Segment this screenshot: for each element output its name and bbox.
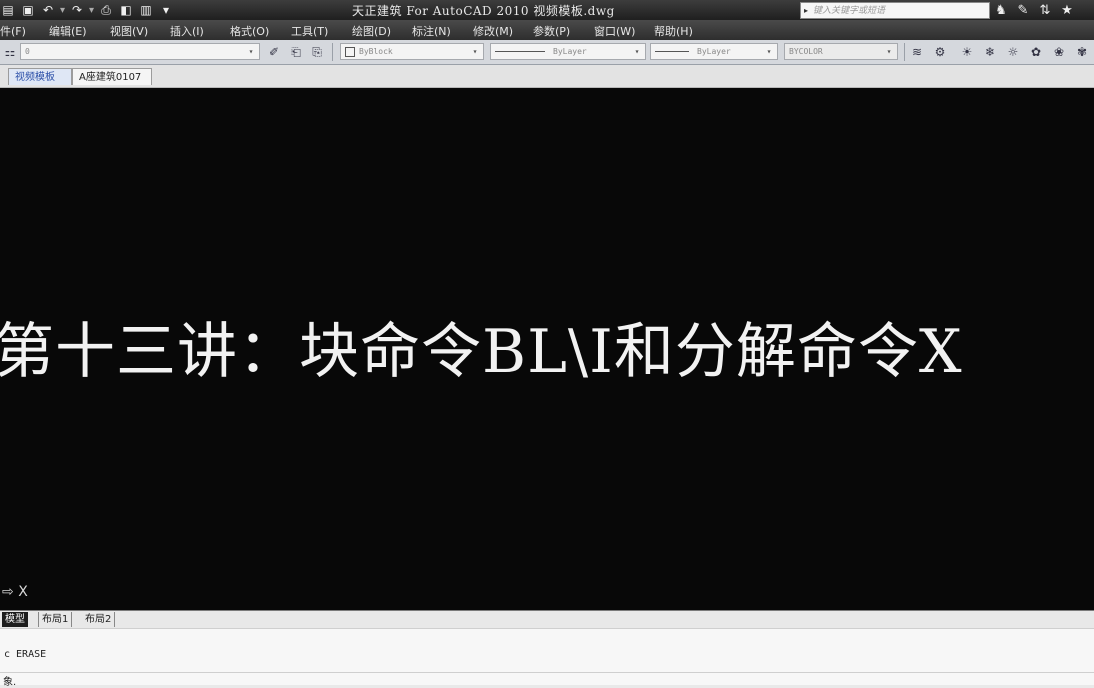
menu-parametric[interactable]: 参数(P): [533, 23, 570, 39]
lightbulb-icon[interactable]: ☀: [959, 44, 975, 60]
menu-dimension[interactable]: 标注(N): [412, 23, 451, 39]
plotstyle-combo[interactable]: BYCOLOR ▾: [784, 43, 898, 60]
lineweight-preview: [655, 51, 689, 52]
layer-freeze-icon[interactable]: ❄: [982, 44, 998, 60]
layer-unisolate-icon[interactable]: ✾: [1074, 44, 1090, 60]
redo-dropdown-icon[interactable]: ▾: [89, 5, 94, 16]
ucs-x-label: X: [18, 584, 28, 600]
layer-value: 0: [25, 47, 30, 56]
menu-insert[interactable]: 插入(I): [170, 23, 204, 39]
undo-dropdown-icon[interactable]: ▾: [60, 5, 65, 16]
exchange-icon[interactable]: ⇅: [1034, 3, 1056, 18]
linetype-preview: [495, 51, 545, 52]
star-icon[interactable]: ★: [1056, 3, 1078, 18]
ucs-icon: ⇨ X: [2, 584, 28, 600]
document-tabs: 视频模板 A座建筑0107: [0, 65, 1094, 88]
menu-modify[interactable]: 修改(M): [473, 23, 513, 39]
window-title: 天正建筑 For AutoCAD 2010 视频模板.dwg: [352, 4, 615, 18]
menu-view[interactable]: 视图(V): [110, 23, 148, 39]
title-bar: ▤ ▣ ↶ ▾ ↷ ▾ ⎙ ◧ ▥ ▾ 天正建筑 For AutoCAD 201…: [0, 0, 1094, 20]
ucs-arrow-icon: ⇨: [2, 584, 14, 600]
layer-manager-icon[interactable]: ⚙: [932, 44, 948, 60]
wrench-icon[interactable]: ✎: [1012, 3, 1034, 18]
menu-tools[interactable]: 工具(T): [291, 23, 328, 39]
chevron-down-icon[interactable]: ▾: [631, 45, 643, 58]
infocenter-icons: ♞ ✎ ⇅ ★: [990, 1, 1078, 19]
color-combo[interactable]: ByBlock ▾: [340, 43, 484, 60]
tab-model[interactable]: 模型: [2, 612, 28, 627]
layer-walk-icon[interactable]: ✿: [1028, 44, 1044, 60]
layer-states-icon[interactable]: ⚏: [2, 44, 18, 60]
plotstyle-value: BYCOLOR: [789, 47, 823, 56]
menu-help[interactable]: 帮助(H): [654, 23, 693, 39]
linetype-combo[interactable]: ByLayer ▾: [490, 43, 646, 60]
make-current-icon[interactable]: ✐: [266, 44, 282, 60]
plot-icon[interactable]: ⎙: [98, 2, 114, 18]
chevron-down-icon[interactable]: ▾: [763, 45, 775, 58]
layer-previous-icon[interactable]: ⎗: [288, 44, 304, 60]
tab-a-building[interactable]: A座建筑0107: [72, 68, 152, 85]
command-history-line: c ERASE: [4, 649, 47, 660]
binoculars-icon[interactable]: ♞: [990, 3, 1012, 18]
layers-properties-toolbar: ⚏ 0 ▾ ✐ ⎗ ⎘ ByBlock ▾ ByLayer ▾ ByLayer …: [0, 40, 1094, 65]
menu-bar: 件(F) 编辑(E) 视图(V) 插入(I) 格式(O) 工具(T) 绘图(D)…: [0, 20, 1094, 40]
menu-edit[interactable]: 编辑(E): [49, 23, 87, 39]
menu-format[interactable]: 格式(O): [230, 23, 269, 39]
open-icon[interactable]: ▤: [0, 2, 16, 18]
lecture-title-text[interactable]: 第十三讲：块命令BL\I和分解命令X: [0, 303, 963, 390]
lightbulb-on-icon[interactable]: ☼: [1005, 44, 1021, 60]
color-swatch: [345, 46, 355, 57]
lineweight-combo[interactable]: ByLayer ▾: [650, 43, 778, 60]
menu-window[interactable]: 窗口(W): [594, 23, 635, 39]
layer-match-icon[interactable]: ⎘: [309, 44, 325, 60]
drawing-canvas[interactable]: 第十三讲：块命令BL\I和分解命令X ⇨ X: [0, 88, 1094, 610]
saveas-icon[interactable]: ▥: [138, 2, 154, 18]
toolbar-divider: [904, 43, 905, 61]
chevron-down-icon[interactable]: ▾: [245, 45, 257, 58]
chevron-down-icon[interactable]: ▾: [469, 45, 481, 58]
command-window[interactable]: c ERASE 象.: [0, 628, 1094, 688]
undo-icon[interactable]: ↶: [40, 2, 56, 18]
tab-layout2[interactable]: 布局2: [82, 612, 116, 627]
menu-draw[interactable]: 绘图(D): [352, 23, 391, 39]
menu-file[interactable]: 件(F): [0, 23, 26, 39]
color-value: ByBlock: [359, 47, 393, 56]
save-icon[interactable]: ▣: [20, 2, 36, 18]
lineweight-value: ByLayer: [697, 47, 731, 56]
chevron-down-icon[interactable]: ▾: [883, 45, 895, 58]
infocenter-search: ▸: [800, 2, 990, 19]
search-input[interactable]: [811, 4, 985, 17]
linetype-value: ByLayer: [553, 47, 587, 56]
tab-video-template[interactable]: 视频模板: [8, 68, 72, 85]
layer-combo[interactable]: 0 ▾: [20, 43, 260, 60]
command-prompt-text: 象.: [3, 677, 17, 688]
toolbar-divider: [332, 43, 333, 61]
layout-tabs: 模型 布局1 布局2: [0, 610, 1094, 629]
redo-icon[interactable]: ↷: [69, 2, 85, 18]
search-expand-icon[interactable]: ▸: [801, 6, 811, 15]
layer-stack-icon[interactable]: ≋: [909, 44, 925, 60]
publish-icon[interactable]: ◧: [118, 2, 134, 18]
layer-isolate-icon[interactable]: ❀: [1051, 44, 1067, 60]
dropdown-icon[interactable]: ▾: [158, 2, 174, 18]
tab-layout1[interactable]: 布局1: [38, 612, 73, 627]
quick-access-toolbar: ▤ ▣ ↶ ▾ ↷ ▾ ⎙ ◧ ▥ ▾: [0, 1, 178, 19]
